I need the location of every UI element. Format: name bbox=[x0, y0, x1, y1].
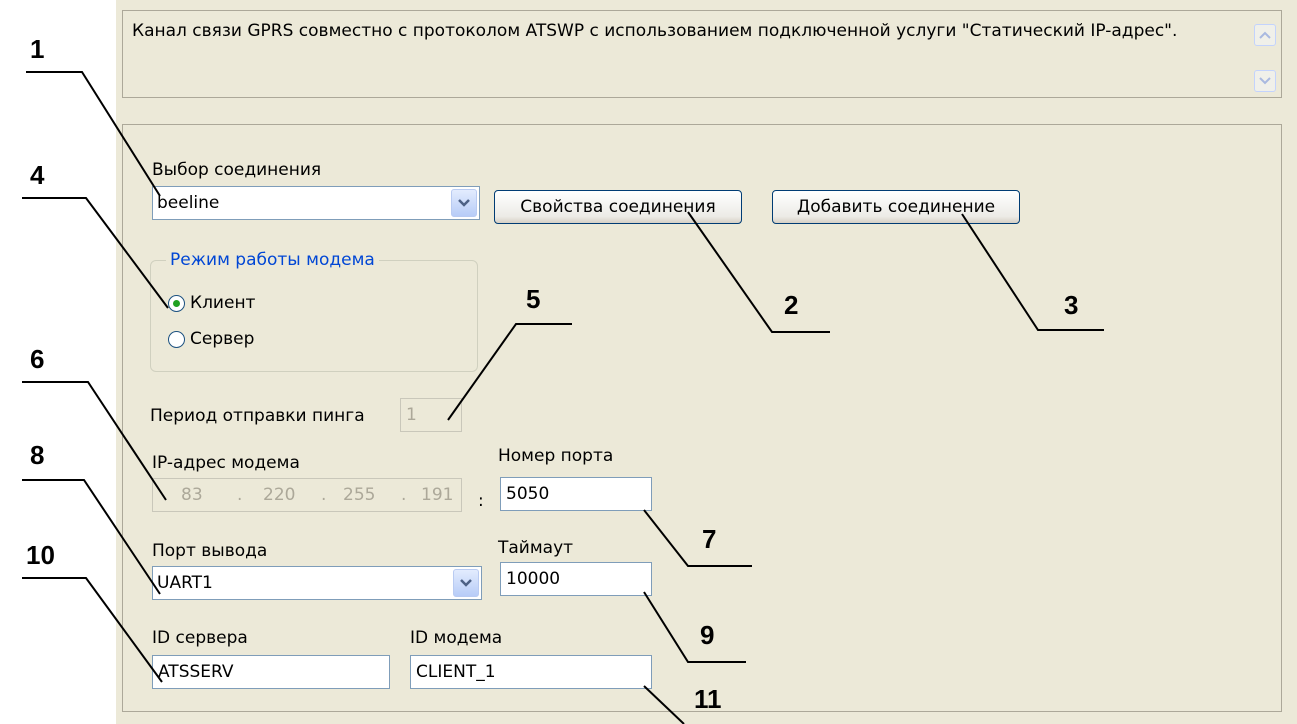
callout-line-4 bbox=[22, 197, 169, 309]
callout-line-9 bbox=[643, 591, 746, 663]
callout-8: 8 bbox=[30, 440, 45, 470]
callout-line-2 bbox=[687, 211, 830, 333]
callout-6: 6 bbox=[30, 344, 45, 374]
callout-line-8 bbox=[22, 479, 161, 595]
callout-line-3 bbox=[961, 213, 1104, 331]
callout-9: 9 bbox=[700, 620, 715, 650]
callout-1: 1 bbox=[30, 34, 45, 64]
callout-11: 11 bbox=[694, 684, 722, 714]
callout-line-7 bbox=[643, 509, 752, 567]
callout-line-1 bbox=[26, 71, 161, 197]
callout-line-11 bbox=[643, 685, 685, 724]
callout-line-5 bbox=[447, 323, 572, 421]
callout-5: 5 bbox=[526, 284, 541, 314]
callout-4: 4 bbox=[30, 160, 45, 190]
callout-lines bbox=[22, 71, 1104, 724]
callout-10: 10 bbox=[26, 540, 55, 570]
callout-7: 7 bbox=[702, 524, 717, 554]
callout-2: 2 bbox=[784, 290, 799, 320]
callout-3: 3 bbox=[1064, 290, 1079, 320]
callout-line-10 bbox=[22, 577, 163, 683]
